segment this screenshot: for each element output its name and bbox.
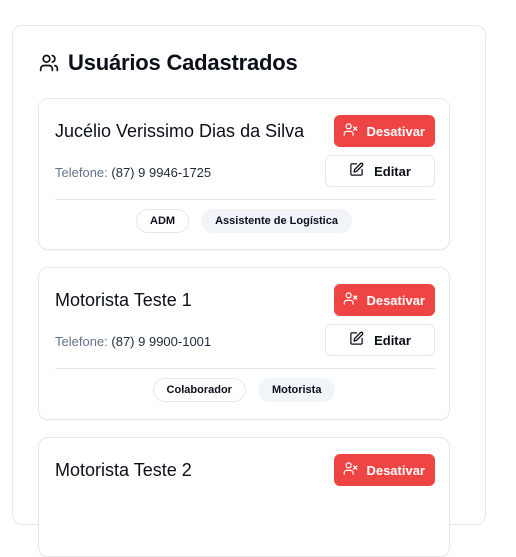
edit-label: Editar	[374, 332, 411, 348]
edit-label: Editar	[374, 163, 411, 179]
phone-line: Telefone: (87) 9 9900-1001	[55, 334, 211, 349]
phone-label: Telefone:	[55, 334, 108, 349]
role-badges: Colaborador Motorista	[39, 378, 449, 402]
deactivate-button[interactable]: Desativar	[334, 284, 435, 316]
user-name: Motorista Teste 1	[55, 290, 192, 310]
user-card: Motorista Teste 1 Desativar Telefone: (8…	[38, 267, 450, 420]
user-x-icon	[343, 122, 358, 140]
phone-value: (87) 9 9900-1001	[111, 334, 212, 349]
deactivate-button[interactable]: Desativar	[334, 115, 435, 147]
page-title: Usuários Cadastrados	[68, 50, 298, 75]
phone-value: (87) 9 9946-1725	[111, 165, 212, 180]
card-divider	[55, 368, 435, 369]
edit-button[interactable]: Editar	[325, 155, 435, 187]
user-card: Jucélio Verissimo Dias da Silva Desativa…	[38, 98, 450, 250]
role-badge: Motorista	[257, 378, 336, 402]
deactivate-label: Desativar	[366, 292, 425, 308]
card-divider	[55, 199, 435, 200]
user-x-icon	[343, 461, 358, 479]
role-badge: Assistente de Logística	[201, 209, 352, 233]
role-badge: ADM	[136, 209, 190, 233]
edit-icon	[349, 331, 364, 349]
users-panel: Usuários Cadastrados Jucélio Verissimo D…	[12, 25, 486, 557]
deactivate-button[interactable]: Desativar	[334, 454, 435, 486]
role-badges: ADM Assistente de Logística	[39, 209, 449, 233]
phone-line: Telefone: (87) 9 9946-1725	[55, 165, 211, 180]
panel-header: Usuários Cadastrados	[38, 50, 298, 76]
users-icon	[38, 52, 60, 74]
edit-button[interactable]: Editar	[325, 324, 435, 356]
user-name: Motorista Teste 2	[55, 460, 192, 480]
deactivate-label: Desativar	[366, 462, 425, 478]
user-name: Jucélio Verissimo Dias da Silva	[55, 121, 305, 141]
user-x-icon	[343, 291, 358, 309]
edit-icon	[349, 162, 364, 180]
user-card: Motorista Teste 2 Desativar	[38, 437, 450, 557]
deactivate-label: Desativar	[366, 123, 425, 139]
role-badge: Colaborador	[152, 378, 246, 402]
phone-label: Telefone:	[55, 165, 108, 180]
